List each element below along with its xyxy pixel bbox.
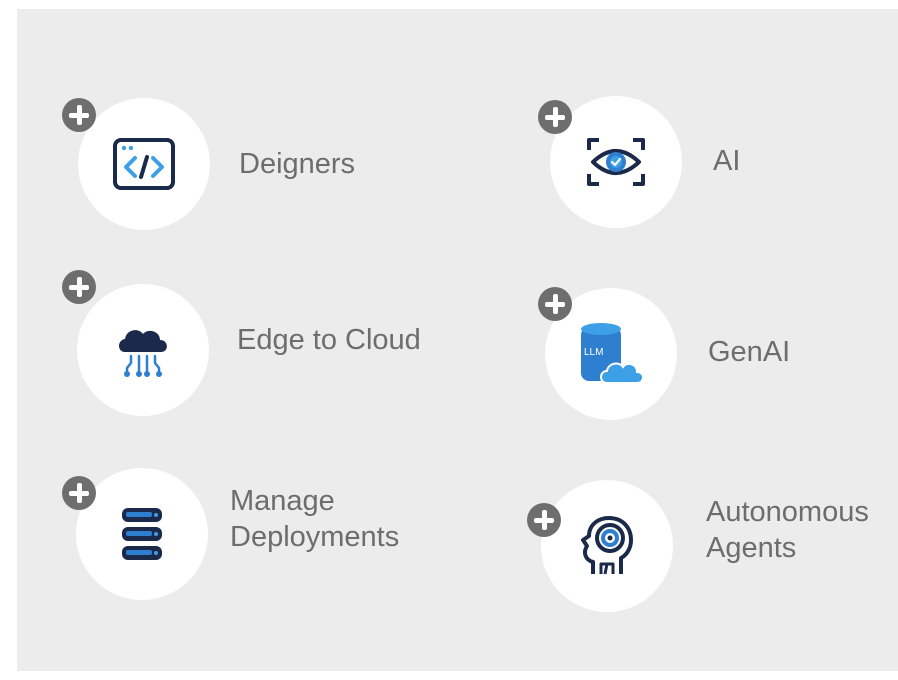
server-stack-icon (122, 508, 162, 560)
eye-scan-icon (585, 136, 647, 188)
feature-circle[interactable] (541, 480, 673, 612)
add-genai-button[interactable] (538, 287, 572, 321)
llm-database-cloud-icon: LLM (575, 321, 647, 387)
add-ai-button[interactable] (538, 100, 572, 134)
add-manage-deployments-button[interactable] (62, 476, 96, 510)
robot-head-icon (579, 516, 635, 576)
feature-label: Edge to Cloud (237, 324, 421, 356)
cloud-network-icon (113, 320, 173, 380)
code-window-icon (111, 136, 177, 192)
feature-label: Deigners (239, 148, 356, 180)
add-edge-to-cloud-button[interactable] (62, 270, 96, 304)
feature-label: GenAI (708, 336, 791, 368)
add-deigners-button[interactable] (62, 98, 96, 132)
feature-circle[interactable] (78, 98, 210, 230)
feature-label: Autonomous Agents (706, 496, 869, 564)
feature-label: Manage Deployments (230, 485, 400, 553)
add-autonomous-agents-button[interactable] (527, 503, 561, 537)
feature-circle[interactable] (76, 468, 208, 600)
llm-text: LLM (584, 347, 603, 358)
feature-label: AI (713, 145, 741, 177)
feature-circle[interactable] (77, 284, 209, 416)
